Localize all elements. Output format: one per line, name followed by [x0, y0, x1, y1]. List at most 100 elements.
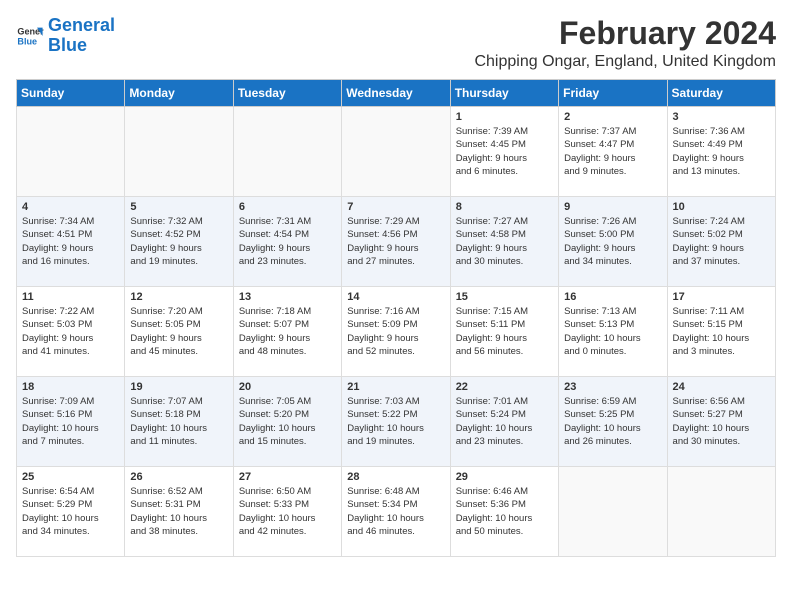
day-number: 10 — [673, 201, 770, 213]
calendar-cell: 24 Sunrise: 6:56 AM Sunset: 5:27 PM Dayli… — [667, 377, 775, 467]
header-sunday: Sunday — [17, 80, 125, 107]
calendar-cell: 15 Sunrise: 7:15 AM Sunset: 5:11 PM Dayli… — [450, 287, 558, 377]
day-info: Sunrise: 7:18 AM Sunset: 5:07 PM Dayligh… — [239, 305, 336, 358]
header-tuesday: Tuesday — [233, 80, 341, 107]
day-number: 27 — [239, 471, 336, 483]
day-info: Sunrise: 7:15 AM Sunset: 5:11 PM Dayligh… — [456, 305, 553, 358]
calendar-cell: 18 Sunrise: 7:09 AM Sunset: 5:16 PM Dayli… — [17, 377, 125, 467]
day-number: 24 — [673, 381, 770, 393]
calendar-cell: 26Sunrise: 6:52 AM Sunset: 5:31 PM Dayli… — [125, 467, 233, 557]
day-number: 11 — [22, 291, 119, 303]
calendar-week-1: 1 Sunrise: 7:39 AM Sunset: 4:45 PM Daylig… — [17, 107, 776, 197]
day-info: Sunrise: 7:27 AM Sunset: 4:58 PM Dayligh… — [456, 215, 553, 268]
day-info: Sunrise: 6:56 AM Sunset: 5:27 PM Dayligh… — [673, 395, 770, 448]
day-info: Sunrise: 7:26 AM Sunset: 5:00 PM Dayligh… — [564, 215, 661, 268]
calendar-cell: 25 Sunrise: 6:54 AM Sunset: 5:29 PM Dayli… — [17, 467, 125, 557]
day-number: 21 — [347, 381, 444, 393]
calendar-cell: 14 Sunrise: 7:16 AM Sunset: 5:09 PM Dayli… — [342, 287, 450, 377]
header-thursday: Thursday — [450, 80, 558, 107]
calendar-cell: 7 Sunrise: 7:29 AM Sunset: 4:56 PM Daylig… — [342, 197, 450, 287]
calendar-table: SundayMondayTuesdayWednesdayThursdayFrid… — [16, 79, 776, 557]
day-number: 1 — [456, 111, 553, 123]
day-number: 2 — [564, 111, 661, 123]
calendar-cell: 1 Sunrise: 7:39 AM Sunset: 4:45 PM Daylig… — [450, 107, 558, 197]
day-number: 25 — [22, 471, 119, 483]
day-info: Sunrise: 7:16 AM Sunset: 5:09 PM Dayligh… — [347, 305, 444, 358]
day-number: 22 — [456, 381, 553, 393]
day-number: 28 — [347, 471, 444, 483]
calendar-cell — [125, 107, 233, 197]
title-block: February 2024 Chipping Ongar, England, U… — [474, 16, 776, 71]
day-number: 19 — [130, 381, 227, 393]
day-info: Sunrise: 7:22 AM Sunset: 5:03 PM Dayligh… — [22, 305, 119, 358]
day-info: Sunrise: 6:50 AM Sunset: 5:33 PM Dayligh… — [239, 485, 336, 538]
day-number: 4 — [22, 201, 119, 213]
calendar-cell: 23 Sunrise: 6:59 AM Sunset: 5:25 PM Dayli… — [559, 377, 667, 467]
day-info: Sunrise: 6:48 AM Sunset: 5:34 PM Dayligh… — [347, 485, 444, 538]
header-saturday: Saturday — [667, 80, 775, 107]
calendar-cell — [559, 467, 667, 557]
day-number: 13 — [239, 291, 336, 303]
header-monday: Monday — [125, 80, 233, 107]
calendar-cell: 19 Sunrise: 7:07 AM Sunset: 5:18 PM Dayli… — [125, 377, 233, 467]
day-info: Sunrise: 6:59 AM Sunset: 5:25 PM Dayligh… — [564, 395, 661, 448]
calendar-cell: 2 Sunrise: 7:37 AM Sunset: 4:47 PM Daylig… — [559, 107, 667, 197]
calendar-week-4: 18 Sunrise: 7:09 AM Sunset: 5:16 PM Dayli… — [17, 377, 776, 467]
day-info: Sunrise: 7:07 AM Sunset: 5:18 PM Dayligh… — [130, 395, 227, 448]
day-info: Sunrise: 7:29 AM Sunset: 4:56 PM Dayligh… — [347, 215, 444, 268]
day-info: Sunrise: 6:54 AM Sunset: 5:29 PM Dayligh… — [22, 485, 119, 538]
day-number: 14 — [347, 291, 444, 303]
calendar-cell: 17Sunrise: 7:11 AM Sunset: 5:15 PM Dayli… — [667, 287, 775, 377]
logo: General Blue GeneralBlue — [16, 16, 115, 56]
calendar-cell — [17, 107, 125, 197]
day-number: 29 — [456, 471, 553, 483]
calendar-cell: 28 Sunrise: 6:48 AM Sunset: 5:34 PM Dayli… — [342, 467, 450, 557]
calendar-cell: 29 Sunrise: 6:46 AM Sunset: 5:36 PM Dayli… — [450, 467, 558, 557]
calendar-cell: 22 Sunrise: 7:01 AM Sunset: 5:24 PM Dayli… — [450, 377, 558, 467]
main-title: February 2024 — [474, 16, 776, 51]
calendar-week-2: 4 Sunrise: 7:34 AM Sunset: 4:51 PM Daylig… — [17, 197, 776, 287]
calendar-cell: 5 Sunrise: 7:32 AM Sunset: 4:52 PM Daylig… — [125, 197, 233, 287]
svg-text:Blue: Blue — [17, 36, 37, 46]
calendar-cell: 20Sunrise: 7:05 AM Sunset: 5:20 PM Dayli… — [233, 377, 341, 467]
day-info: Sunrise: 7:01 AM Sunset: 5:24 PM Dayligh… — [456, 395, 553, 448]
day-number: 23 — [564, 381, 661, 393]
calendar-cell — [667, 467, 775, 557]
day-number: 16 — [564, 291, 661, 303]
day-info: Sunrise: 7:11 AM Sunset: 5:15 PM Dayligh… — [673, 305, 770, 358]
calendar-cell: 13 Sunrise: 7:18 AM Sunset: 5:07 PM Dayli… — [233, 287, 341, 377]
logo-icon: General Blue — [16, 22, 44, 50]
calendar-cell: 11 Sunrise: 7:22 AM Sunset: 5:03 PM Dayli… — [17, 287, 125, 377]
day-info: Sunrise: 7:13 AM Sunset: 5:13 PM Dayligh… — [564, 305, 661, 358]
day-number: 18 — [22, 381, 119, 393]
calendar-week-3: 11 Sunrise: 7:22 AM Sunset: 5:03 PM Dayli… — [17, 287, 776, 377]
calendar-cell: 8Sunrise: 7:27 AM Sunset: 4:58 PM Daylig… — [450, 197, 558, 287]
day-info: Sunrise: 6:46 AM Sunset: 5:36 PM Dayligh… — [456, 485, 553, 538]
day-info: Sunrise: 7:39 AM Sunset: 4:45 PM Dayligh… — [456, 125, 553, 178]
calendar-cell: 16 Sunrise: 7:13 AM Sunset: 5:13 PM Dayli… — [559, 287, 667, 377]
day-info: Sunrise: 7:34 AM Sunset: 4:51 PM Dayligh… — [22, 215, 119, 268]
calendar-cell: 6Sunrise: 7:31 AM Sunset: 4:54 PM Daylig… — [233, 197, 341, 287]
calendar-cell: 10Sunrise: 7:24 AM Sunset: 5:02 PM Dayli… — [667, 197, 775, 287]
day-info: Sunrise: 6:52 AM Sunset: 5:31 PM Dayligh… — [130, 485, 227, 538]
day-info: Sunrise: 7:36 AM Sunset: 4:49 PM Dayligh… — [673, 125, 770, 178]
day-info: Sunrise: 7:32 AM Sunset: 4:52 PM Dayligh… — [130, 215, 227, 268]
subtitle: Chipping Ongar, England, United Kingdom — [474, 53, 776, 71]
day-number: 7 — [347, 201, 444, 213]
day-info: Sunrise: 7:05 AM Sunset: 5:20 PM Dayligh… — [239, 395, 336, 448]
day-number: 3 — [673, 111, 770, 123]
day-info: Sunrise: 7:31 AM Sunset: 4:54 PM Dayligh… — [239, 215, 336, 268]
calendar-cell — [233, 107, 341, 197]
calendar-cell — [342, 107, 450, 197]
day-number: 9 — [564, 201, 661, 213]
day-number: 5 — [130, 201, 227, 213]
day-number: 15 — [456, 291, 553, 303]
day-info: Sunrise: 7:20 AM Sunset: 5:05 PM Dayligh… — [130, 305, 227, 358]
day-info: Sunrise: 7:37 AM Sunset: 4:47 PM Dayligh… — [564, 125, 661, 178]
calendar-header-row: SundayMondayTuesdayWednesdayThursdayFrid… — [17, 80, 776, 107]
header-wednesday: Wednesday — [342, 80, 450, 107]
calendar-cell: 3 Sunrise: 7:36 AM Sunset: 4:49 PM Daylig… — [667, 107, 775, 197]
day-info: Sunrise: 7:09 AM Sunset: 5:16 PM Dayligh… — [22, 395, 119, 448]
header-friday: Friday — [559, 80, 667, 107]
calendar-cell: 27 Sunrise: 6:50 AM Sunset: 5:33 PM Dayli… — [233, 467, 341, 557]
